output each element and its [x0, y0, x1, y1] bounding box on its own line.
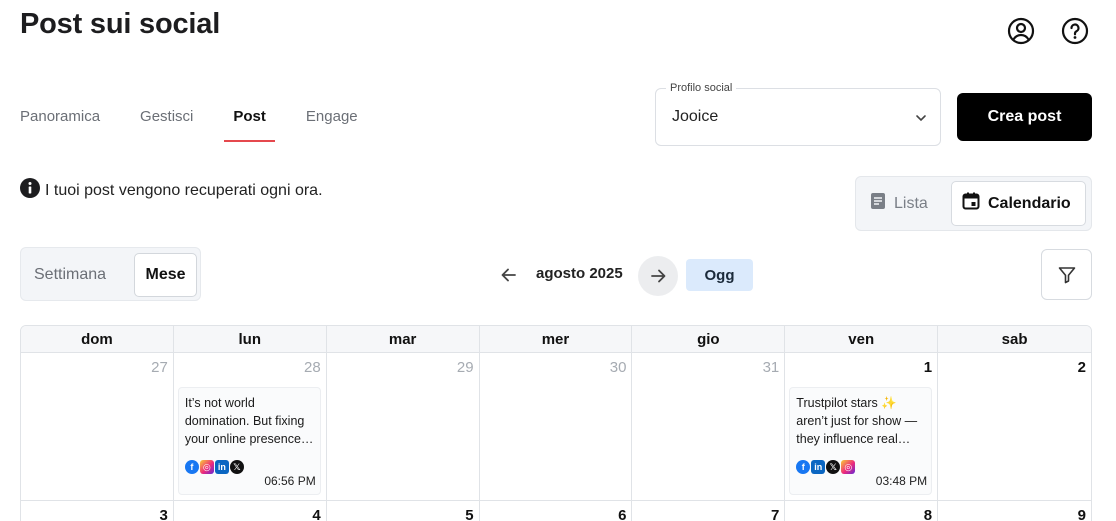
- day-number: 7: [770, 507, 780, 521]
- month-calendar: dom lun mar mer gio ven sab 27 28 It’s n…: [20, 325, 1092, 521]
- calendar-day-cell[interactable]: 27: [21, 353, 174, 500]
- info-message: I tuoi post vengono recuperati ogni ora.: [20, 178, 323, 203]
- facebook-icon: f: [184, 460, 199, 474]
- linkedin-icon: in: [214, 460, 229, 474]
- filter-button[interactable]: [1041, 249, 1092, 300]
- calendar-day-cell[interactable]: 7: [632, 501, 786, 521]
- tab-engage[interactable]: Engage: [306, 100, 358, 142]
- day-number: 9: [1077, 507, 1086, 521]
- post-preview-text: It’s not world domination. But fixing yo…: [184, 396, 314, 446]
- calendar-day-cell[interactable]: 29: [327, 353, 480, 500]
- calendar-day-cell[interactable]: 4: [174, 501, 327, 521]
- day-number: 30: [609, 359, 627, 376]
- calendar-day-cell[interactable]: 5: [327, 501, 480, 521]
- calendar-day-cell[interactable]: 9: [938, 501, 1091, 521]
- post-network-icons: f in 𝕏 ◎: [796, 460, 925, 474]
- tab-panoramica[interactable]: Panoramica: [20, 100, 100, 142]
- post-preview-text: Trustpilot stars ✨ aren’t just for show …: [796, 396, 918, 446]
- social-profile-select[interactable]: Profilo social Jooice: [655, 82, 941, 146]
- day-number: 6: [618, 507, 627, 521]
- month-range-button[interactable]: Mese: [134, 253, 197, 297]
- weekday-label: mar: [327, 326, 480, 352]
- tab-post[interactable]: Post: [224, 100, 275, 142]
- tab-gestisci[interactable]: Gestisci: [140, 100, 193, 142]
- post-time: 06:56 PM: [264, 474, 316, 488]
- x-icon: 𝕏: [229, 460, 244, 474]
- social-profile-value: Jooice: [672, 108, 719, 125]
- weekday-label: sab: [1001, 331, 1028, 348]
- next-month-button[interactable]: [638, 256, 678, 296]
- day-number: 29: [456, 359, 474, 376]
- weekday-label: ven: [785, 326, 939, 352]
- range-toggle: Settimana Mese: [20, 247, 201, 301]
- weekday-header: dom lun mar mer gio ven sab: [21, 326, 1091, 353]
- main-tabs: Panoramica Gestisci Post Engage: [20, 100, 398, 142]
- post-network-icons: f ◎ in 𝕏: [184, 460, 314, 474]
- day-number: 31: [762, 359, 780, 376]
- list-view-label: Lista: [894, 194, 928, 212]
- calendar-day-cell[interactable]: 1 Trustpilot stars ✨ aren’t just for sho…: [785, 353, 939, 500]
- linkedin-icon: in: [811, 460, 826, 474]
- calendar-icon: [962, 192, 980, 215]
- today-button[interactable]: Ogg: [686, 259, 753, 291]
- help-icon[interactable]: [1058, 14, 1092, 48]
- info-icon: [20, 178, 40, 203]
- post-card[interactable]: Trustpilot stars ✨ aren’t just for show …: [789, 387, 933, 495]
- weekday-label: dom: [21, 326, 174, 352]
- create-post-button[interactable]: Crea post: [957, 93, 1092, 141]
- info-text: I tuoi post vengono recuperati ogni ora.: [45, 181, 323, 199]
- day-number: 5: [465, 507, 474, 521]
- weekday-label: gio: [632, 326, 786, 352]
- arrow-left-icon: [501, 268, 516, 282]
- x-icon: 𝕏: [826, 460, 841, 474]
- instagram-icon: ◎: [841, 460, 856, 474]
- document-icon: [870, 192, 886, 215]
- arrow-right-icon: [651, 269, 666, 283]
- chevron-down-icon: [914, 111, 928, 130]
- calendar-day-cell[interactable]: 28 It’s not world domination. But fixing…: [174, 353, 327, 500]
- social-profile-label: Profilo social: [666, 82, 737, 94]
- post-time: 03:48 PM: [875, 474, 928, 488]
- top-actions: [1004, 14, 1092, 48]
- day-number: 27: [151, 359, 168, 376]
- day-number: 1: [923, 359, 933, 376]
- view-toggle: Lista Calendario: [855, 176, 1092, 231]
- list-view-button[interactable]: Lista: [870, 181, 928, 226]
- calendar-week-row: 27 28 It’s not world domination. But fix…: [21, 353, 1091, 501]
- calendar-day-cell[interactable]: 8: [785, 501, 939, 521]
- week-range-button[interactable]: Settimana: [34, 253, 106, 297]
- filter-icon: [1058, 266, 1075, 283]
- user-account-icon[interactable]: [1004, 14, 1038, 48]
- calendar-day-cell[interactable]: 3: [21, 501, 174, 521]
- day-number: 4: [312, 507, 321, 521]
- calendar-view-button[interactable]: Calendario: [951, 181, 1086, 226]
- previous-month-button[interactable]: [493, 259, 525, 291]
- day-number: 2: [1077, 359, 1086, 376]
- calendar-view-label: Calendario: [988, 194, 1071, 212]
- calendar-day-cell[interactable]: 2: [938, 353, 1091, 500]
- calendar-day-cell[interactable]: 31: [632, 353, 786, 500]
- weekday-label: lun: [174, 326, 327, 352]
- day-number: 3: [159, 507, 168, 521]
- instagram-icon: ◎: [199, 460, 214, 474]
- calendar-day-cell[interactable]: 6: [480, 501, 633, 521]
- page-title: Post sui social: [20, 8, 221, 40]
- weekday-label: mer: [480, 326, 633, 352]
- facebook-icon: f: [796, 460, 811, 474]
- calendar-week-row: 3 4 5 6 7 8 9: [21, 501, 1091, 521]
- post-card[interactable]: It’s not world domination. But fixing yo…: [177, 387, 321, 495]
- calendar-day-cell[interactable]: 30: [480, 353, 633, 500]
- day-number: 8: [923, 507, 933, 521]
- day-number: 28: [304, 359, 321, 376]
- current-month-label: agosto 2025: [536, 265, 623, 282]
